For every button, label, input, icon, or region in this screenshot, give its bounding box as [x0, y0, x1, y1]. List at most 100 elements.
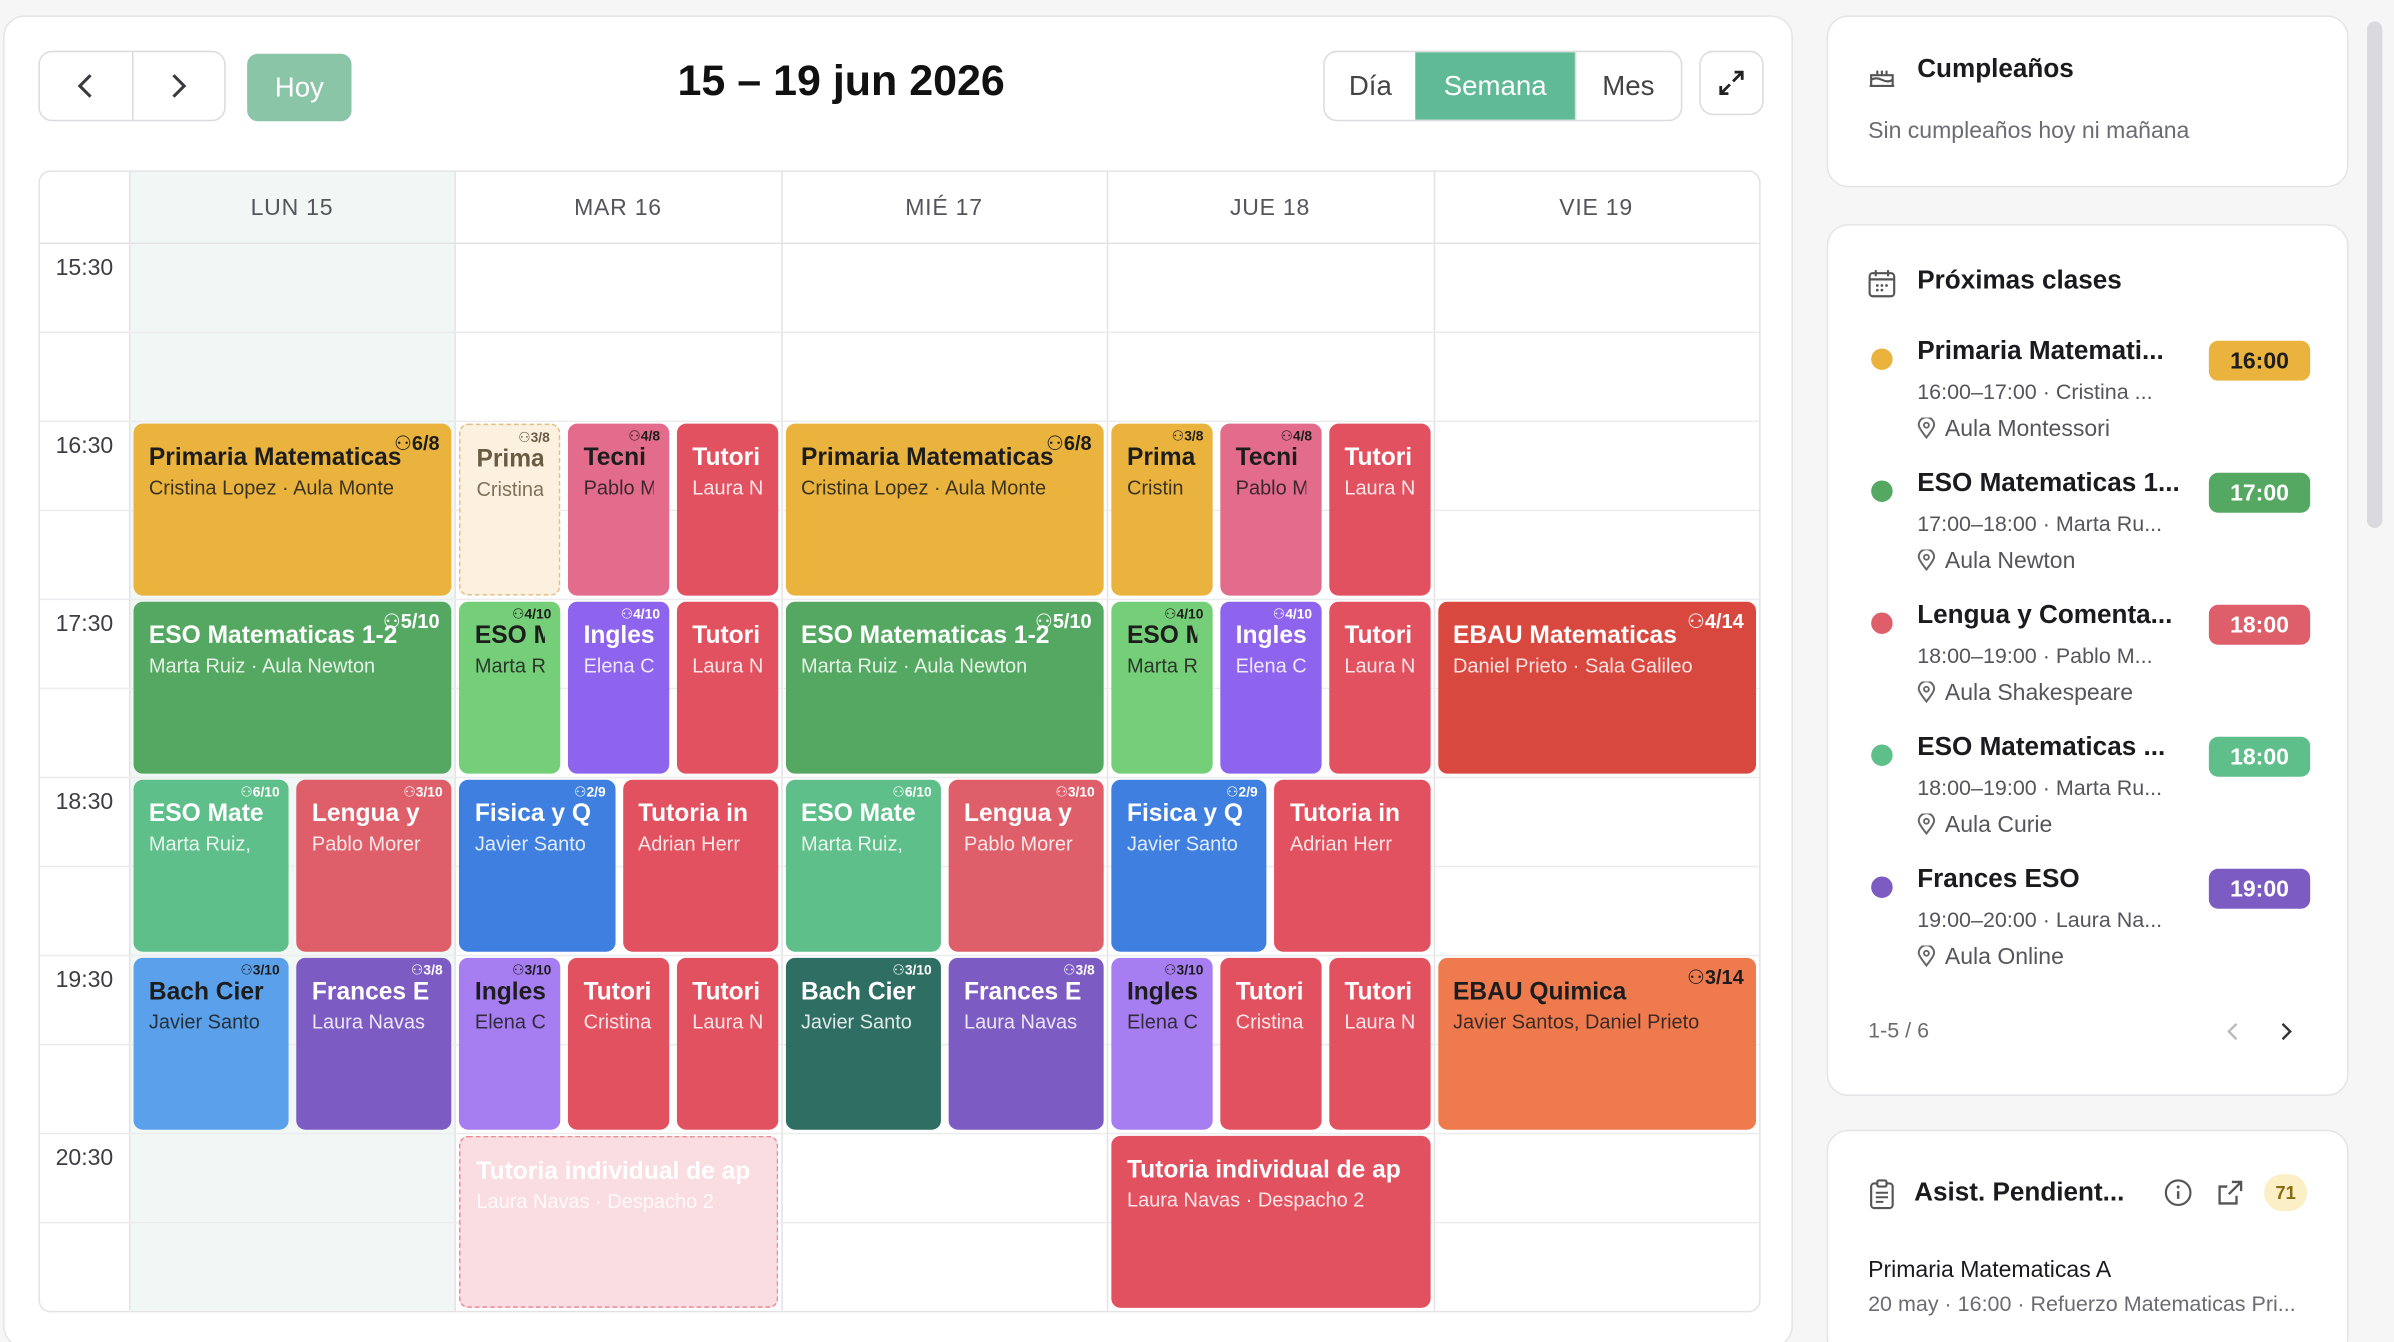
- calendar-event[interactable]: ⚇2/9 Fisica y Q Javier Santo: [1111, 779, 1267, 952]
- event-subtitle: Pablo M: [583, 475, 654, 499]
- calendar-event[interactable]: ⚇3/8 Prima Cristin: [1111, 423, 1213, 596]
- event-title: Ingles: [1235, 623, 1306, 650]
- event-title: ESO M: [474, 623, 545, 650]
- calendar-event[interactable]: ⚇3/10 Ingles Elena C: [459, 957, 561, 1130]
- event-title: Tecni: [583, 445, 646, 472]
- calendar-event[interactable]: Tutori Laura N: [1328, 423, 1430, 596]
- class-time-badge: 18:00: [2208, 736, 2311, 777]
- calendar-event[interactable]: Tutori Laura N: [676, 601, 778, 774]
- calendar-event[interactable]: ⚇6/8 Primaria Matematicas Cristina Lopez ·…: [785, 423, 1104, 596]
- calendar-event[interactable]: ⚇4/10 Ingles Elena C: [568, 601, 670, 774]
- fullscreen-button[interactable]: [1699, 50, 1764, 116]
- upcoming-class-item[interactable]: ESO Matematicas 1... 17:00 17:00–18:00 · M…: [1865, 468, 2311, 585]
- pending-count-badge: 71: [2264, 1174, 2308, 1212]
- info-icon[interactable]: [2163, 1177, 2194, 1208]
- capacity-badge: ⚇3/8: [1171, 428, 1204, 444]
- event-subtitle: Pablo Morer: [963, 831, 1073, 855]
- page-scrollbar[interactable]: [2366, 21, 2383, 529]
- view-day-button[interactable]: Día: [1325, 52, 1416, 120]
- event-title: Tutori: [1344, 979, 1413, 1006]
- today-button[interactable]: Hoy: [247, 53, 352, 122]
- class-details: 19:00–20:00 · Laura Na...: [1917, 907, 2163, 932]
- calendar-event[interactable]: ⚇3/8 Prima Cristina: [459, 423, 561, 596]
- calendar-event[interactable]: ⚇6/10 ESO Mate Marta Ruiz,: [133, 779, 289, 952]
- calendar-event[interactable]: Tutori Laura N: [676, 957, 778, 1130]
- class-location-label: Aula Curie: [1944, 812, 2053, 839]
- event-title: Ingles: [474, 979, 546, 1006]
- calendar-event[interactable]: ⚇3/10 Bach Cier Javier Santo: [133, 957, 289, 1130]
- capacity-badge: ⚇3/10: [1164, 962, 1204, 978]
- pending-item-title[interactable]: Primaria Matematicas A: [1868, 1257, 2111, 1283]
- birthdays-empty-text: Sin cumpleaños hoy ni mañana: [1868, 118, 2190, 145]
- external-link-icon[interactable]: [2215, 1177, 2246, 1208]
- slot-line: [39, 1221, 1760, 1224]
- upcoming-class-item[interactable]: ESO Matematicas ... 18:00 18:00–19:00 · Ma…: [1865, 732, 2311, 849]
- class-details: 18:00–19:00 · Pablo M...: [1917, 643, 2153, 668]
- calendar-event[interactable]: ⚇3/8 Frances E Laura Navas: [296, 957, 452, 1130]
- slot-line: [39, 954, 1760, 957]
- calendar-event[interactable]: ⚇6/10 ESO Mate Marta Ruiz,: [785, 779, 941, 952]
- class-location: Aula Online: [1917, 944, 2064, 970]
- calendar-event[interactable]: Tutoria in Adrian Herr: [1274, 779, 1430, 952]
- calendar-event[interactable]: Tutori Laura N: [676, 423, 778, 596]
- calendar-event[interactable]: ⚇5/10 ESO Matematicas 1-2 Marta Ruiz · Aul…: [133, 601, 452, 774]
- calendar-event[interactable]: Tutori Laura N: [1328, 601, 1430, 774]
- event-subtitle: Laura N: [1344, 653, 1415, 677]
- chevron-left-icon: [77, 74, 92, 98]
- event-subtitle: Laura Navas: [963, 1010, 1078, 1034]
- calendar-event[interactable]: ⚇3/10 Lengua y Pablo Morer: [948, 779, 1104, 952]
- event-subtitle: Marta Ruiz · Aula Newton: [148, 653, 376, 677]
- calendar-event[interactable]: ⚇3/10 Lengua y Pablo Morer: [296, 779, 452, 952]
- view-week-button[interactable]: Semana: [1416, 52, 1575, 120]
- day-header: VIE 19: [1559, 194, 1633, 221]
- event-title: Bach Cier: [148, 979, 264, 1006]
- time-label: 15:30: [55, 254, 114, 281]
- chevron-left-icon[interactable]: [2224, 1021, 2242, 1042]
- chevron-right-icon[interactable]: [2276, 1021, 2294, 1042]
- class-details: 16:00–17:00 · Cristina ...: [1917, 379, 2153, 404]
- calendar-event[interactable]: ⚇4/14 EBAU Matematicas Daniel Prieto · Sal…: [1437, 601, 1757, 774]
- slot-line: [39, 331, 1760, 334]
- upcoming-class-item[interactable]: Lengua y Comenta... 18:00 18:00–19:00 · Pa…: [1865, 600, 2311, 717]
- event-title: Frances E: [311, 979, 430, 1006]
- upcoming-class-item[interactable]: Primaria Matemati... 16:00 16:00–17:00 · C…: [1865, 336, 2311, 453]
- calendar-event[interactable]: ⚇4/10ESO M Marta R: [1111, 601, 1213, 774]
- time-label: 19:30: [55, 967, 114, 994]
- calendar-event[interactable]: ⚇4/10ESO M Marta R: [459, 601, 561, 774]
- calendar-event[interactable]: Tutori Cristina: [1220, 957, 1322, 1130]
- calendar-event[interactable]: Tutoria individual de ap Laura Navas · De…: [459, 1135, 778, 1308]
- class-location-label: Aula Online: [1944, 944, 2064, 971]
- header-divider: [39, 242, 1760, 245]
- event-title: Tutori: [583, 979, 652, 1006]
- calendar-event[interactable]: ⚇3/10 Ingles Elena C: [1111, 957, 1213, 1130]
- calendar-event[interactable]: ⚇4/8 Tecni Pablo M: [1220, 423, 1322, 596]
- calendar-event[interactable]: Tutori Cristina: [568, 957, 670, 1130]
- calendar-event[interactable]: Tutoria in Adrian Herr: [622, 779, 778, 952]
- class-time-badge: 18:00: [2208, 604, 2311, 645]
- calendar-event[interactable]: Tutoria individual de ap Laura Navas · De…: [1111, 1135, 1430, 1308]
- event-title: Tutori: [692, 445, 761, 472]
- upcoming-class-item[interactable]: Frances ESO 19:00 19:00–20:00 · Laura Na..…: [1865, 864, 2311, 981]
- location-pin-icon: [1917, 944, 1936, 968]
- calendar-event[interactable]: ⚇5/10 ESO Matematicas 1-2 Marta Ruiz · Aul…: [785, 601, 1104, 774]
- calendar-event[interactable]: ⚇3/8 Frances E Laura Navas: [948, 957, 1104, 1130]
- view-month-button[interactable]: Mes: [1574, 52, 1681, 120]
- calendar-event[interactable]: ⚇4/10 Ingles Elena C: [1220, 601, 1322, 774]
- calendar-event[interactable]: ⚇3/10 Bach Cier Javier Santo: [785, 957, 941, 1130]
- calendar-event[interactable]: ⚇4/8 Tecni Pablo M: [568, 423, 670, 596]
- calendar-event[interactable]: ⚇2/9 Fisica y Q Javier Santo: [459, 779, 615, 952]
- event-subtitle: Daniel Prieto · Sala Galileo: [1453, 653, 1693, 677]
- event-subtitle: Javier Santo: [474, 831, 586, 855]
- next-week-button[interactable]: [131, 52, 224, 120]
- calendar-event[interactable]: ⚇3/14 EBAU Quimica Javier Santos, Daniel P…: [1437, 957, 1757, 1130]
- previous-week-button[interactable]: [40, 52, 131, 120]
- class-location: Aula Curie: [1917, 812, 2052, 838]
- calendar-event[interactable]: Tutori Laura N: [1328, 957, 1430, 1130]
- event-subtitle: Laura N: [692, 653, 763, 677]
- capacity-badge: ⚇2/9: [574, 784, 606, 800]
- view-switcher: Día Semana Mes: [1323, 50, 1683, 122]
- calendar-event[interactable]: ⚇6/8 Primaria Matematicas Cristina Lopez ·…: [133, 423, 452, 596]
- class-color-dot: [1871, 744, 1893, 766]
- event-title: Prima: [1126, 445, 1196, 472]
- event-subtitle: Pablo M: [1235, 475, 1306, 499]
